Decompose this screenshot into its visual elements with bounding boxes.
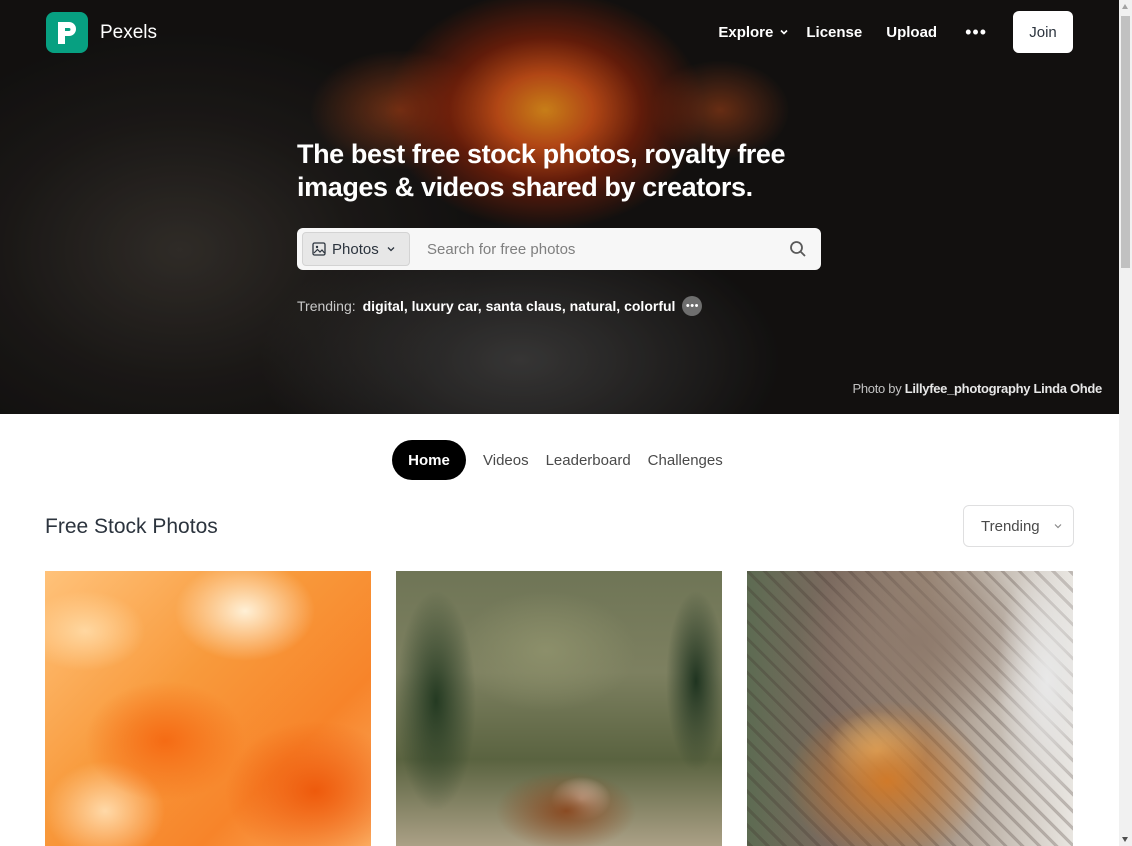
tab-leaderboard[interactable]: Leaderboard	[546, 452, 631, 469]
photo-card[interactable]	[396, 571, 722, 846]
hero-title: The best free stock photos, royalty free…	[297, 139, 786, 202]
join-button[interactable]: Join	[1013, 11, 1073, 53]
trending-item[interactable]: luxury car,	[412, 298, 482, 314]
scrollbar-thumb[interactable]	[1121, 16, 1130, 268]
search-icon	[790, 241, 806, 257]
photo-card[interactable]	[747, 571, 1073, 846]
trending-item[interactable]: colorful	[624, 298, 675, 314]
photo-credit: Photo by Lillyfee_photography Linda Ohde	[852, 381, 1102, 396]
trending-more-button[interactable]: •••	[682, 296, 703, 316]
trending-item[interactable]: santa claus,	[486, 298, 566, 314]
pexels-logo-icon[interactable]	[46, 12, 88, 53]
search-button[interactable]	[775, 228, 821, 270]
more-menu-icon[interactable]: •••	[965, 22, 987, 43]
content-tabs: Home Videos Leaderboard Challenges	[392, 440, 740, 480]
chevron-down-icon	[1054, 524, 1062, 529]
nav-upload[interactable]: Upload	[886, 24, 937, 41]
nav-explore-label: Explore	[718, 23, 774, 41]
top-nav: Pexels Explore License Upload ••• Join	[0, 0, 1119, 64]
trending-searches: Trending: digital, luxury car, santa cla…	[297, 296, 703, 316]
nav-links: Explore License Upload ••• Join	[718, 11, 1073, 53]
scroll-up-arrow-icon[interactable]	[1122, 4, 1128, 9]
chevron-down-icon	[780, 29, 788, 35]
chevron-down-icon	[387, 247, 395, 252]
trending-label: Trending:	[297, 298, 356, 314]
tab-home[interactable]: Home	[392, 440, 466, 480]
search-type-label: Photos	[332, 240, 379, 258]
photo-credit-prefix: Photo by	[852, 381, 902, 396]
search-input[interactable]	[410, 228, 775, 270]
photo-card[interactable]	[45, 571, 371, 846]
brand-name[interactable]: Pexels	[100, 22, 157, 44]
sort-label: Trending	[981, 517, 1040, 535]
nav-explore[interactable]: Explore	[718, 24, 790, 41]
image-icon	[312, 242, 326, 256]
trending-item[interactable]: natural,	[570, 298, 621, 314]
trending-item[interactable]: digital,	[363, 298, 408, 314]
page: Pexels Explore License Upload ••• Join T…	[0, 0, 1132, 846]
hero-banner: Pexels Explore License Upload ••• Join T…	[0, 0, 1119, 414]
nav-license[interactable]: License	[806, 24, 862, 41]
scrollbar[interactable]	[1119, 0, 1132, 846]
search-type-dropdown[interactable]: Photos	[302, 232, 410, 266]
tab-challenges[interactable]: Challenges	[648, 452, 723, 469]
photo-credit-author[interactable]: Lillyfee_photography Linda Ohde	[905, 381, 1103, 396]
scroll-down-arrow-icon[interactable]	[1122, 837, 1128, 842]
sort-dropdown[interactable]: Trending	[963, 505, 1074, 547]
section-title: Free Stock Photos	[45, 515, 218, 538]
tab-videos[interactable]: Videos	[483, 452, 529, 469]
search-bar: Photos	[297, 228, 821, 270]
